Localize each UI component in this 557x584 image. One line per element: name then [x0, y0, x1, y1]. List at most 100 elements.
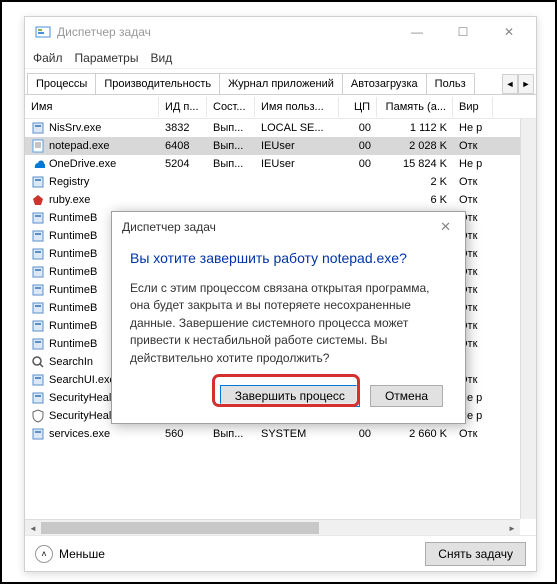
process-name: RuntimeB — [49, 338, 97, 350]
cell-vir: Не р — [453, 121, 493, 135]
minimize-button[interactable]: — — [394, 17, 440, 47]
tab-users[interactable]: Польз — [426, 73, 475, 94]
process-name: RuntimeB — [49, 230, 97, 242]
process-icon — [31, 175, 45, 189]
cell-user — [255, 181, 339, 183]
cell-cpu — [339, 199, 377, 201]
process-icon — [31, 157, 45, 171]
cell-cpu: 00 — [339, 139, 377, 153]
dialog-titlebar: Диспетчер задач ✕ — [112, 212, 465, 242]
process-icon — [31, 355, 45, 369]
cell-state: Вып... — [207, 121, 255, 135]
scroll-right-button[interactable]: ► — [504, 520, 520, 535]
cell-cpu: 00 — [339, 427, 377, 441]
cell-vir: Отк — [453, 193, 493, 207]
table-row[interactable]: Registry2 KОтк — [25, 173, 536, 191]
col-state[interactable]: Сост... — [207, 97, 255, 117]
process-name: RuntimeB — [49, 320, 97, 332]
titlebar: Диспетчер задач — ☐ ✕ — [25, 17, 536, 47]
cell-pid — [159, 199, 207, 201]
process-icon — [31, 139, 45, 153]
menu-options[interactable]: Параметры — [75, 51, 139, 65]
maximize-button[interactable]: ☐ — [440, 17, 486, 47]
col-mem[interactable]: Память (а... — [377, 97, 453, 117]
process-icon — [31, 337, 45, 351]
end-task-button[interactable]: Снять задачу — [425, 542, 526, 566]
scroll-thumb[interactable] — [41, 522, 319, 534]
cell-cpu: 00 — [339, 157, 377, 171]
process-icon — [31, 301, 45, 315]
dialog-close-button[interactable]: ✕ — [436, 215, 455, 239]
cell-vir: Отк — [453, 139, 493, 153]
process-name: RuntimeB — [49, 284, 97, 296]
cell-mem: 1 112 K — [377, 121, 453, 135]
process-icon — [31, 193, 45, 207]
tab-scroll-right[interactable]: ► — [518, 74, 534, 94]
process-icon — [31, 391, 45, 405]
process-name: RuntimeB — [49, 212, 97, 224]
process-name: services.exe — [49, 428, 110, 440]
vertical-scrollbar[interactable] — [520, 119, 536, 519]
cell-cpu: 00 — [339, 121, 377, 135]
cell-user: IEUser — [255, 157, 339, 171]
menu-file[interactable]: Файл — [33, 51, 63, 65]
process-icon — [31, 265, 45, 279]
table-row[interactable]: OneDrive.exe5204Вып...IEUser0015 824 KНе… — [25, 155, 536, 173]
table-row[interactable]: notepad.exe6408Вып...IEUser002 028 KОтк — [25, 137, 536, 155]
process-name: RuntimeB — [49, 248, 97, 260]
cell-pid: 5204 — [159, 157, 207, 171]
close-button[interactable]: ✕ — [486, 17, 532, 47]
end-process-button[interactable]: Завершить процесс — [220, 385, 360, 407]
cell-pid: 3832 — [159, 121, 207, 135]
footer: ˄ Меньше Снять задачу — [25, 535, 536, 571]
cell-pid: 6408 — [159, 139, 207, 153]
cell-state: Вып... — [207, 157, 255, 171]
horizontal-scrollbar[interactable]: ◄ ► — [25, 519, 520, 535]
tab-startup[interactable]: Автозагрузка — [342, 73, 427, 94]
tab-performance[interactable]: Производительность — [95, 73, 220, 94]
menubar: Файл Параметры Вид — [25, 47, 536, 69]
col-vir[interactable]: Вир — [453, 97, 493, 117]
app-icon — [35, 24, 51, 40]
scroll-track[interactable] — [41, 520, 504, 535]
cell-user: IEUser — [255, 139, 339, 153]
process-icon — [31, 121, 45, 135]
tab-scroll-left[interactable]: ◄ — [502, 74, 518, 94]
col-name[interactable]: Имя — [25, 97, 159, 117]
table-row[interactable]: services.exe 560Вып...SYSTEM002 660 KОтк — [25, 425, 536, 443]
tab-app-history[interactable]: Журнал приложений — [219, 73, 343, 94]
cell-pid: 560 — [159, 427, 207, 441]
process-name: RuntimeB — [49, 266, 97, 278]
tab-processes[interactable]: Процессы — [27, 73, 96, 94]
process-name: NisSrv.exe — [49, 122, 101, 134]
cancel-button[interactable]: Отмена — [370, 385, 443, 407]
dialog-title: Диспетчер задач — [122, 220, 216, 234]
cell-state: Вып... — [207, 427, 255, 441]
col-cpu[interactable]: ЦП — [339, 97, 377, 117]
window-title: Диспетчер задач — [57, 25, 394, 39]
table-row[interactable]: NisSrv.exe 3832Вып...LOCAL SE...001 112 K… — [25, 119, 536, 137]
process-icon — [31, 319, 45, 333]
process-name: SearchUI.exe — [49, 374, 116, 386]
process-icon — [31, 247, 45, 261]
cell-state — [207, 199, 255, 201]
dialog-body-text: Если с этим процессом связана открытая п… — [130, 280, 447, 367]
cell-user: LOCAL SE... — [255, 121, 339, 135]
fewer-details-button[interactable]: ˄ Меньше — [35, 545, 105, 563]
cell-vir: Отк — [453, 427, 493, 441]
cell-mem: 2 660 K — [377, 427, 453, 441]
scroll-left-button[interactable]: ◄ — [25, 520, 41, 535]
col-pid[interactable]: ИД п... — [159, 97, 207, 117]
menu-view[interactable]: Вид — [150, 51, 172, 65]
chevron-up-icon: ˄ — [35, 545, 53, 563]
cell-mem: 15 824 K — [377, 157, 453, 171]
process-name: ruby.exe — [49, 194, 90, 206]
cell-cpu — [339, 181, 377, 183]
process-icon — [31, 283, 45, 297]
table-row[interactable]: ruby.exe6 KОтк — [25, 191, 536, 209]
col-user[interactable]: Имя польз... — [255, 97, 339, 117]
cell-mem: 2 K — [377, 175, 453, 189]
process-icon — [31, 373, 45, 387]
cell-user: SYSTEM — [255, 427, 339, 441]
cell-mem: 2 028 K — [377, 139, 453, 153]
